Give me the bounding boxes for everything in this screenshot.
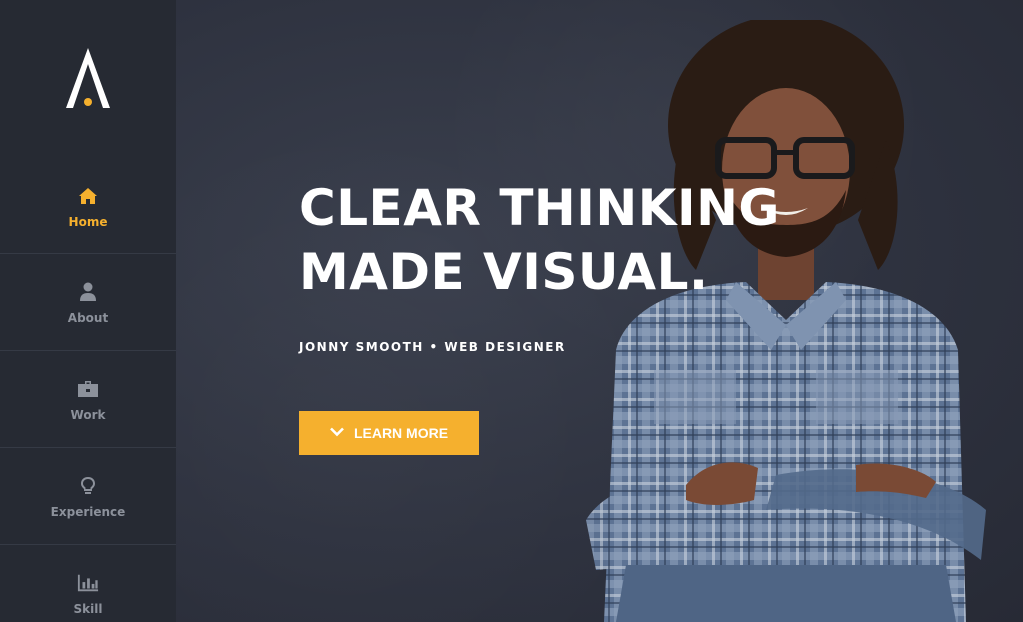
- logo-a-icon: [66, 48, 110, 108]
- hero-headline-line-2: MADE VISUAL.: [299, 243, 709, 301]
- briefcase-icon: [77, 378, 99, 400]
- hero-headline-line-1: CLEAR THINKING: [299, 179, 780, 237]
- sidebar-nav: Home About Work Experience Skill: [0, 158, 176, 622]
- chevron-down-icon: [330, 424, 344, 442]
- sidebar-item-label: About: [67, 311, 109, 325]
- sidebar-item-about[interactable]: About: [0, 254, 176, 351]
- user-icon: [77, 281, 99, 303]
- hero-headline: CLEAR THINKING MADE VISUAL.: [299, 176, 899, 304]
- bar-chart-icon: [77, 572, 99, 594]
- sidebar-item-label: Experience: [50, 505, 126, 519]
- brand-logo[interactable]: [0, 44, 176, 114]
- hero-portrait-image: [586, 20, 986, 622]
- lightbulb-icon: [77, 475, 99, 497]
- hero-section: CLEAR THINKING MADE VISUAL. JONNY SMOOTH…: [176, 0, 1023, 622]
- sidebar-item-experience[interactable]: Experience: [0, 448, 176, 545]
- sidebar-item-home[interactable]: Home: [0, 158, 176, 254]
- home-icon: [77, 185, 99, 207]
- learn-more-button[interactable]: LEARN MORE: [299, 411, 479, 455]
- learn-more-label: LEARN MORE: [353, 425, 449, 441]
- sidebar-item-label: Work: [70, 408, 106, 422]
- hero-subtitle: JONNY SMOOTH • WEB DESIGNER: [299, 340, 566, 354]
- sidebar-item-skill[interactable]: Skill: [0, 545, 176, 622]
- sidebar: Home About Work Experience Skill: [0, 0, 176, 622]
- sidebar-item-work[interactable]: Work: [0, 351, 176, 448]
- sidebar-item-label: Skill: [73, 602, 103, 616]
- sidebar-item-label: Home: [68, 214, 108, 229]
